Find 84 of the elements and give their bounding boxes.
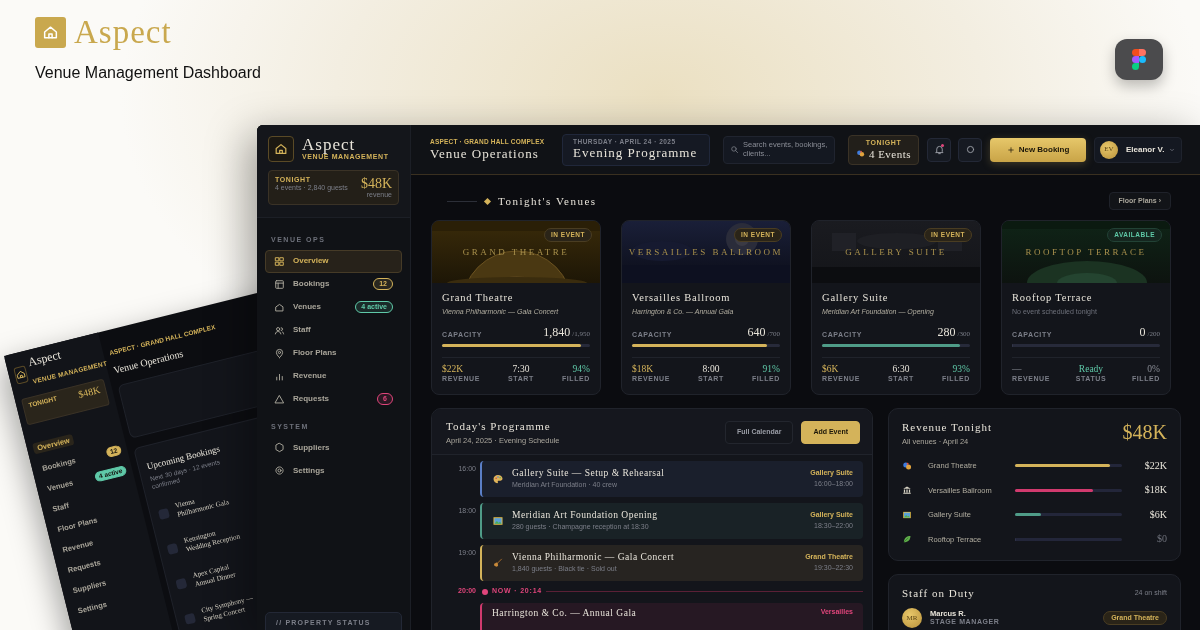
logo-text: Aspect [74, 15, 172, 49]
banner-title: VERSAILLES BALLROOM [628, 247, 784, 258]
stat-value: 7:30 [511, 363, 531, 376]
house-icon [14, 368, 28, 381]
nav-item[interactable]: Suppliers [265, 436, 402, 460]
capacity-count: 280 [937, 325, 956, 340]
card-title: Staff on Duty [902, 586, 975, 600]
programme-title: Evening Programme [573, 145, 699, 161]
search-icon [730, 145, 739, 154]
stat-value: Ready [1077, 363, 1105, 376]
new-booking-button[interactable]: New Booking [990, 137, 1086, 162]
stat-value: $22K [442, 363, 465, 376]
stat-value: 0% [1146, 363, 1160, 376]
now-dot [482, 588, 488, 595]
plus-icon [1006, 145, 1015, 154]
event-title: Harrington & Co. — Annual Gala [492, 607, 638, 619]
event-thumbnail [175, 577, 188, 590]
card-title: Revenue Tonight [902, 421, 993, 435]
palette-icon [492, 472, 504, 485]
bell-icon [933, 144, 945, 155]
event-thumbnail [157, 507, 170, 520]
masks-icon [855, 149, 865, 159]
nav-item[interactable]: Staff [265, 318, 402, 342]
revenue-value: $18K [1143, 484, 1167, 497]
nav-item[interactable]: Revenue [265, 364, 402, 388]
calendar-icon [274, 278, 285, 290]
event-thumbnail [184, 612, 197, 625]
section-title: Tonight's Venues [498, 194, 597, 208]
stat-value: $18K [632, 363, 655, 376]
revenue-value: $6K [1148, 508, 1167, 521]
nav-item[interactable]: Overview [265, 249, 402, 273]
revenue-value: $0 [1156, 533, 1167, 546]
capacity-count: 640 [747, 325, 766, 340]
settings-icon [274, 465, 285, 477]
grid-icon [274, 255, 285, 267]
warning-icon [274, 393, 285, 405]
card-title: Today's Programme [446, 420, 552, 434]
banner-title: GALLERY SUITE [845, 247, 947, 258]
stat-value: 91% [761, 363, 780, 376]
user-name: Eleanor V. [1126, 144, 1165, 155]
venue-name: Grand Theatre [442, 292, 515, 305]
pin-icon [274, 347, 285, 359]
notifications-button[interactable] [927, 137, 951, 162]
nav-item[interactable]: Floor Plans [265, 341, 402, 365]
venue-name: Gallery Suite [822, 292, 890, 305]
picture-icon [492, 514, 504, 527]
stat-value: — [1012, 363, 1023, 376]
house-icon [274, 142, 288, 156]
capacity-count: 1,840 [543, 325, 571, 340]
status-button[interactable] [958, 137, 982, 162]
people-icon [274, 324, 285, 336]
revenue-amount: $48K [360, 176, 392, 191]
nav-item[interactable]: Settings [265, 459, 402, 483]
event-thumbnail [166, 542, 179, 555]
revenue-value: $22K [1143, 459, 1167, 472]
brand-name: Aspect [302, 136, 356, 154]
stat-value: 6:30 [891, 363, 911, 376]
capacity-count: 0 [1139, 325, 1146, 340]
house-icon [274, 301, 285, 313]
circle-icon [964, 144, 976, 155]
picture-icon [902, 509, 912, 520]
venue-name: Rooftop Terrace [1012, 292, 1094, 305]
revenue-amount: $48K [77, 384, 103, 403]
event-title: Vienna Philharmonic — Gala Concert [512, 551, 676, 564]
hexagon-icon [274, 442, 285, 454]
events-count: 4 Events [868, 147, 912, 160]
logo-icon [1132, 49, 1146, 70]
event-title: Meridian Art Foundation Opening [512, 509, 659, 522]
banner-title: GRAND THEATRE [462, 247, 570, 258]
revenue-total: $48K [1122, 421, 1167, 444]
stat-value: 94% [571, 363, 590, 376]
page-title: Venue Operations [430, 145, 540, 162]
event-title: Gallery Suite — Setup & Rehearsal [512, 467, 666, 480]
stat-value: 8:00 [701, 363, 721, 376]
house-icon [42, 23, 59, 41]
leaf-icon [902, 534, 912, 545]
banner-title: ROOFTOP TERRACE [1025, 247, 1147, 258]
masks-icon [902, 460, 912, 471]
building-icon [902, 485, 912, 496]
page-subtitle: Venue Management Dashboard [35, 63, 261, 83]
venue-name: Versailles Ballroom [632, 292, 732, 305]
violin-icon [492, 556, 504, 569]
stat-value: 93% [951, 363, 970, 376]
stat-value: $6K [822, 363, 840, 376]
